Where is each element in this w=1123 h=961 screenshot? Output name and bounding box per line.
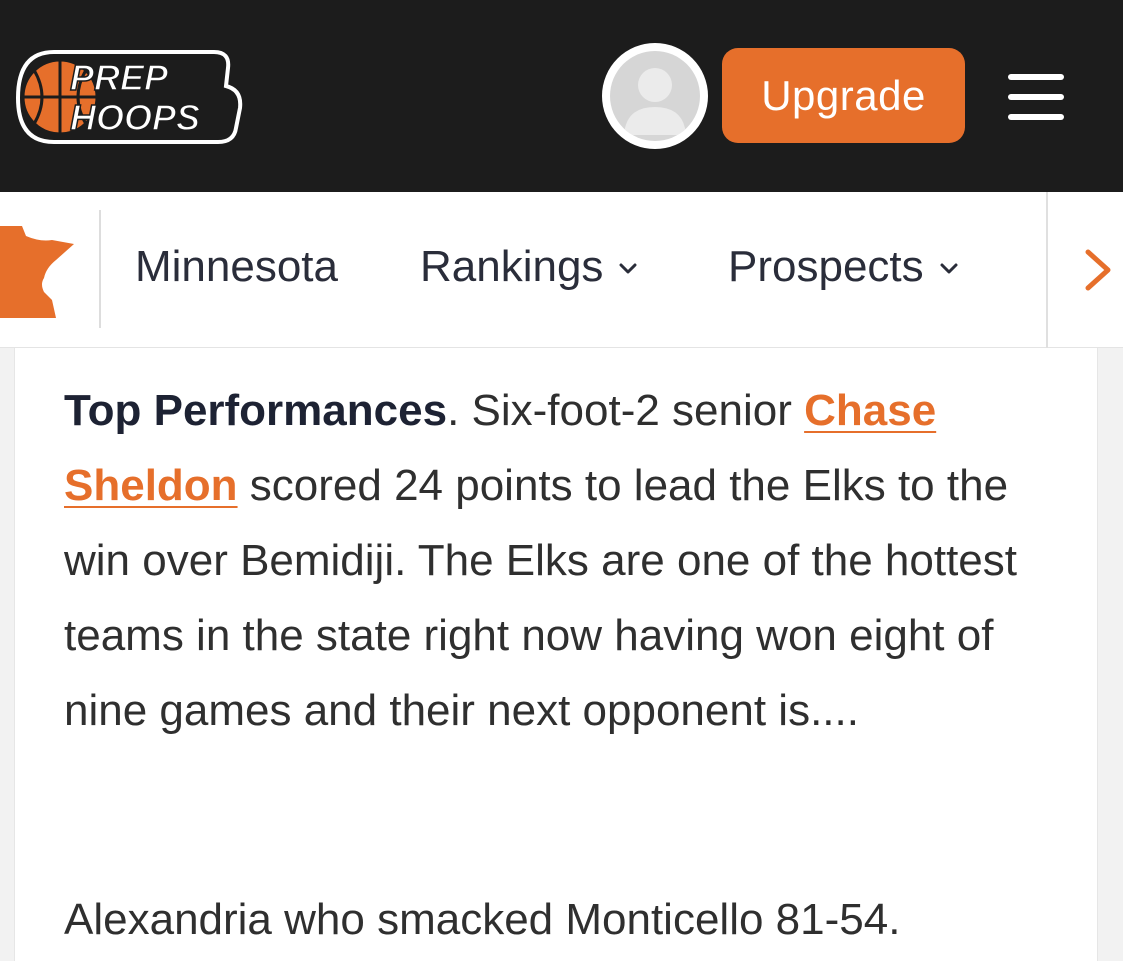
- nav-item-label: Rankings: [420, 242, 604, 291]
- article-paragraph: Alexandria who smacked Monticello 81-54.: [64, 895, 901, 944]
- upgrade-button[interactable]: Upgrade: [722, 48, 965, 143]
- chevron-down-icon: [940, 263, 958, 274]
- nav-item-label: Prospects: [728, 242, 924, 291]
- logo-text-prep: PREP: [70, 57, 169, 98]
- nav-item-label: Minnesota: [135, 242, 339, 291]
- avatar-placeholder-icon: [610, 51, 700, 141]
- nav-item-rankings[interactable]: Rankings: [420, 240, 643, 294]
- nav-item-minnesota[interactable]: Minnesota: [135, 240, 338, 294]
- nav-divider: [1046, 192, 1048, 348]
- article-paragraph: Top Performances. Six-foot-2 senior Chas…: [64, 373, 1064, 748]
- nav-divider: [99, 210, 101, 328]
- logo-text-hoops: HOOPS: [70, 97, 200, 138]
- prep-hoops-logo[interactable]: PREP HOOPS: [14, 46, 246, 146]
- chevron-right-icon[interactable]: [1078, 246, 1118, 294]
- hamburger-menu-icon[interactable]: [1008, 72, 1066, 120]
- minnesota-map-icon[interactable]: [0, 226, 80, 320]
- paragraph-text: . Six-foot-2 senior: [447, 386, 805, 435]
- chevron-down-icon: [619, 263, 637, 274]
- nav-item-prospects[interactable]: Prospects: [728, 240, 964, 294]
- paragraph-lead: Top Performances: [64, 386, 448, 435]
- user-avatar[interactable]: [602, 43, 708, 149]
